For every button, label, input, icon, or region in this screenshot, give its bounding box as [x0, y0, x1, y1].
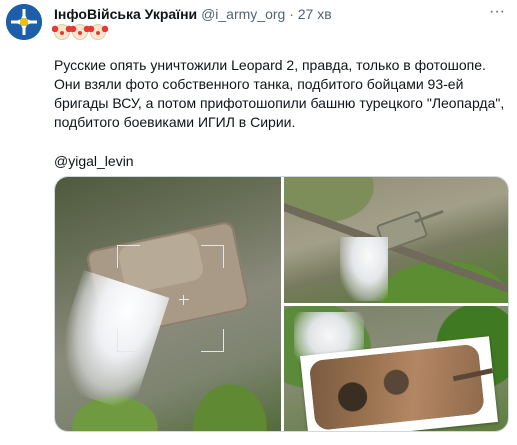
reticle-corner [201, 245, 224, 268]
army-emblem-icon [6, 4, 42, 40]
more-options-icon[interactable]: ··· [485, 4, 509, 23]
clown-face-icon [52, 24, 72, 40]
emoji-status [52, 24, 108, 42]
burned-tank [308, 343, 485, 431]
tweet[interactable]: ІнфоВійська України @i_army_org · 27 хв … [0, 0, 517, 445]
media-image-tank-inset[interactable] [284, 306, 508, 431]
smoke-plume [340, 237, 388, 301]
tweet-header: ІнфоВійська України @i_army_org · 27 хв … [54, 4, 509, 25]
reticle-corner [201, 329, 224, 352]
tweet-timestamp[interactable]: 27 хв [298, 6, 332, 22]
media-image-drone-tank[interactable] [55, 177, 281, 431]
author-name[interactable]: ІнфоВійська України [54, 6, 197, 22]
media-image-aerial-tank[interactable] [284, 177, 508, 303]
crosshair-icon [179, 295, 189, 305]
smoke-plume [55, 270, 170, 412]
reticle-corner [117, 329, 140, 352]
clown-face-icon [88, 24, 108, 40]
media-grid [54, 176, 509, 432]
reticle-corner [117, 245, 140, 268]
mention-link[interactable]: @yigal_levin [54, 152, 134, 171]
author-handle[interactable]: @i_army_org [201, 6, 285, 22]
clown-face-icon [70, 24, 90, 40]
tweet-text: Русские опять уничтожили Leopard 2, прав… [54, 57, 505, 130]
separator-dot: · [289, 6, 294, 22]
author-avatar[interactable] [6, 4, 42, 40]
